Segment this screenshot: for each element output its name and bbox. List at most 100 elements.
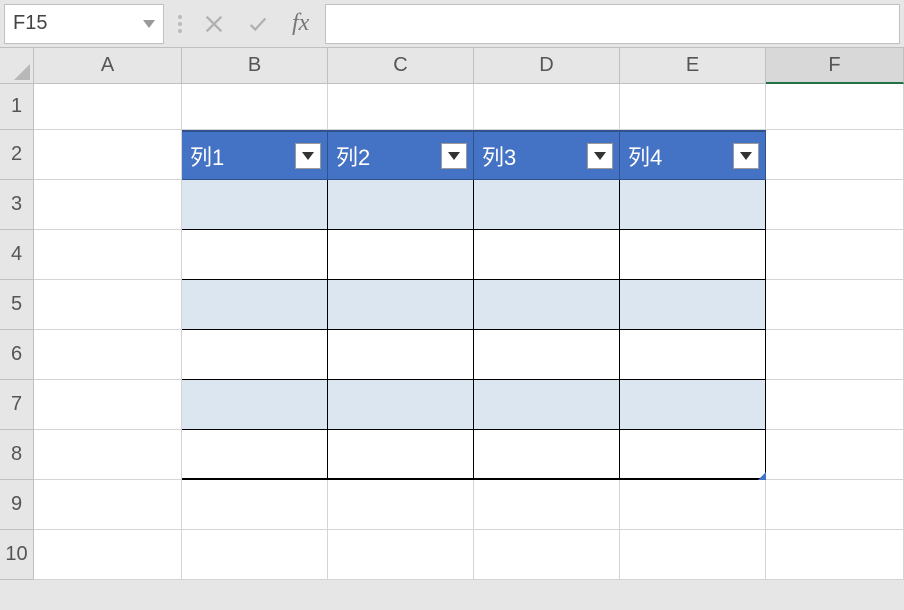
cell-D1[interactable] bbox=[474, 84, 620, 130]
cell-B8[interactable] bbox=[182, 430, 328, 480]
cell-D9[interactable] bbox=[474, 480, 620, 530]
cell-C4[interactable] bbox=[328, 230, 474, 280]
cell-D3[interactable] bbox=[474, 180, 620, 230]
cell-C6[interactable] bbox=[328, 330, 474, 380]
row-header-9[interactable]: 9 bbox=[0, 480, 34, 530]
cell-C10[interactable] bbox=[328, 530, 474, 580]
column-headers: ABCDEF bbox=[0, 48, 904, 84]
cell-E4[interactable] bbox=[620, 230, 766, 280]
table-resize-handle[interactable] bbox=[758, 472, 766, 480]
cell-B7[interactable] bbox=[182, 380, 328, 430]
cell-C1[interactable] bbox=[328, 84, 474, 130]
cell-F8[interactable] bbox=[766, 430, 904, 480]
row-header-7[interactable]: 7 bbox=[0, 380, 34, 430]
cell-D8[interactable] bbox=[474, 430, 620, 480]
name-box-dropdown-icon[interactable] bbox=[143, 20, 155, 28]
cell-D7[interactable] bbox=[474, 380, 620, 430]
cell-B9[interactable] bbox=[182, 480, 328, 530]
cell-A6[interactable] bbox=[34, 330, 182, 380]
column-header-A[interactable]: A bbox=[34, 48, 182, 84]
cell-B3[interactable] bbox=[182, 180, 328, 230]
filter-dropdown-icon[interactable] bbox=[295, 143, 321, 169]
cell-E1[interactable] bbox=[620, 84, 766, 130]
cell-F7[interactable] bbox=[766, 380, 904, 430]
cell-F10[interactable] bbox=[766, 530, 904, 580]
cell-C8[interactable] bbox=[328, 430, 474, 480]
table-header-label: 列1 bbox=[190, 140, 224, 172]
cell-A8[interactable] bbox=[34, 430, 182, 480]
filter-dropdown-icon[interactable] bbox=[587, 143, 613, 169]
cell-B4[interactable] bbox=[182, 230, 328, 280]
cell-B10[interactable] bbox=[182, 530, 328, 580]
check-icon bbox=[247, 13, 269, 35]
select-all-corner[interactable] bbox=[0, 48, 34, 84]
cell-A1[interactable] bbox=[34, 84, 182, 130]
cell-E3[interactable] bbox=[620, 180, 766, 230]
grid-row bbox=[34, 330, 904, 380]
cell-A7[interactable] bbox=[34, 380, 182, 430]
formula-bar: F15 fx bbox=[0, 0, 904, 48]
name-box-value: F15 bbox=[13, 12, 47, 35]
cell-F9[interactable] bbox=[766, 480, 904, 530]
cell-E10[interactable] bbox=[620, 530, 766, 580]
cell-D10[interactable] bbox=[474, 530, 620, 580]
row-header-8[interactable]: 8 bbox=[0, 430, 34, 480]
cell-E7[interactable] bbox=[620, 380, 766, 430]
cell-A10[interactable] bbox=[34, 530, 182, 580]
enter-button[interactable] bbox=[240, 6, 276, 42]
column-header-B[interactable]: B bbox=[182, 48, 328, 84]
cell-E8[interactable] bbox=[620, 430, 766, 480]
insert-function-button[interactable]: fx bbox=[284, 10, 317, 37]
cell-C9[interactable] bbox=[328, 480, 474, 530]
cell-D5[interactable] bbox=[474, 280, 620, 330]
row-header-3[interactable]: 3 bbox=[0, 180, 34, 230]
cell-D2[interactable]: 列3 bbox=[474, 130, 620, 180]
cell-F5[interactable] bbox=[766, 280, 904, 330]
cell-F1[interactable] bbox=[766, 84, 904, 130]
cell-C2[interactable]: 列2 bbox=[328, 130, 474, 180]
column-header-C[interactable]: C bbox=[328, 48, 474, 84]
name-box[interactable]: F15 bbox=[4, 4, 164, 44]
cell-B1[interactable] bbox=[182, 84, 328, 130]
cell-E5[interactable] bbox=[620, 280, 766, 330]
cell-B6[interactable] bbox=[182, 330, 328, 380]
grid-row bbox=[34, 280, 904, 330]
grid-row: 列1 列2列3 列4 bbox=[34, 130, 904, 180]
cell-B5[interactable] bbox=[182, 280, 328, 330]
cell-A3[interactable] bbox=[34, 180, 182, 230]
cell-A2[interactable] bbox=[34, 130, 182, 180]
column-header-F[interactable]: F bbox=[766, 48, 904, 84]
cell-C7[interactable] bbox=[328, 380, 474, 430]
filter-dropdown-icon[interactable] bbox=[441, 143, 467, 169]
cell-F6[interactable] bbox=[766, 330, 904, 380]
formula-input[interactable] bbox=[325, 4, 900, 44]
grid-row bbox=[34, 84, 904, 130]
cell-B2[interactable]: 列1 bbox=[182, 130, 328, 180]
row-header-2[interactable]: 2 bbox=[0, 130, 34, 180]
row-header-10[interactable]: 10 bbox=[0, 530, 34, 580]
cancel-button[interactable] bbox=[196, 6, 232, 42]
row-header-5[interactable]: 5 bbox=[0, 280, 34, 330]
cell-E9[interactable] bbox=[620, 480, 766, 530]
column-header-E[interactable]: E bbox=[620, 48, 766, 84]
filter-dropdown-icon[interactable] bbox=[733, 143, 759, 169]
cell-A9[interactable] bbox=[34, 480, 182, 530]
cell-D4[interactable] bbox=[474, 230, 620, 280]
row-header-4[interactable]: 4 bbox=[0, 230, 34, 280]
cell-E2[interactable]: 列4 bbox=[620, 130, 766, 180]
table-header-label: 列3 bbox=[482, 140, 516, 172]
column-header-D[interactable]: D bbox=[474, 48, 620, 84]
cell-E6[interactable] bbox=[620, 330, 766, 380]
cell-F2[interactable] bbox=[766, 130, 904, 180]
cells-area[interactable]: 列1 列2列3 列4 bbox=[34, 84, 904, 580]
cell-C3[interactable] bbox=[328, 180, 474, 230]
row-header-6[interactable]: 6 bbox=[0, 330, 34, 380]
row-header-1[interactable]: 1 bbox=[0, 84, 34, 130]
cell-A4[interactable] bbox=[34, 230, 182, 280]
cell-A5[interactable] bbox=[34, 280, 182, 330]
cell-D6[interactable] bbox=[474, 330, 620, 380]
cell-F4[interactable] bbox=[766, 230, 904, 280]
cell-C5[interactable] bbox=[328, 280, 474, 330]
cell-F3[interactable] bbox=[766, 180, 904, 230]
table-header-label: 列4 bbox=[628, 140, 662, 172]
